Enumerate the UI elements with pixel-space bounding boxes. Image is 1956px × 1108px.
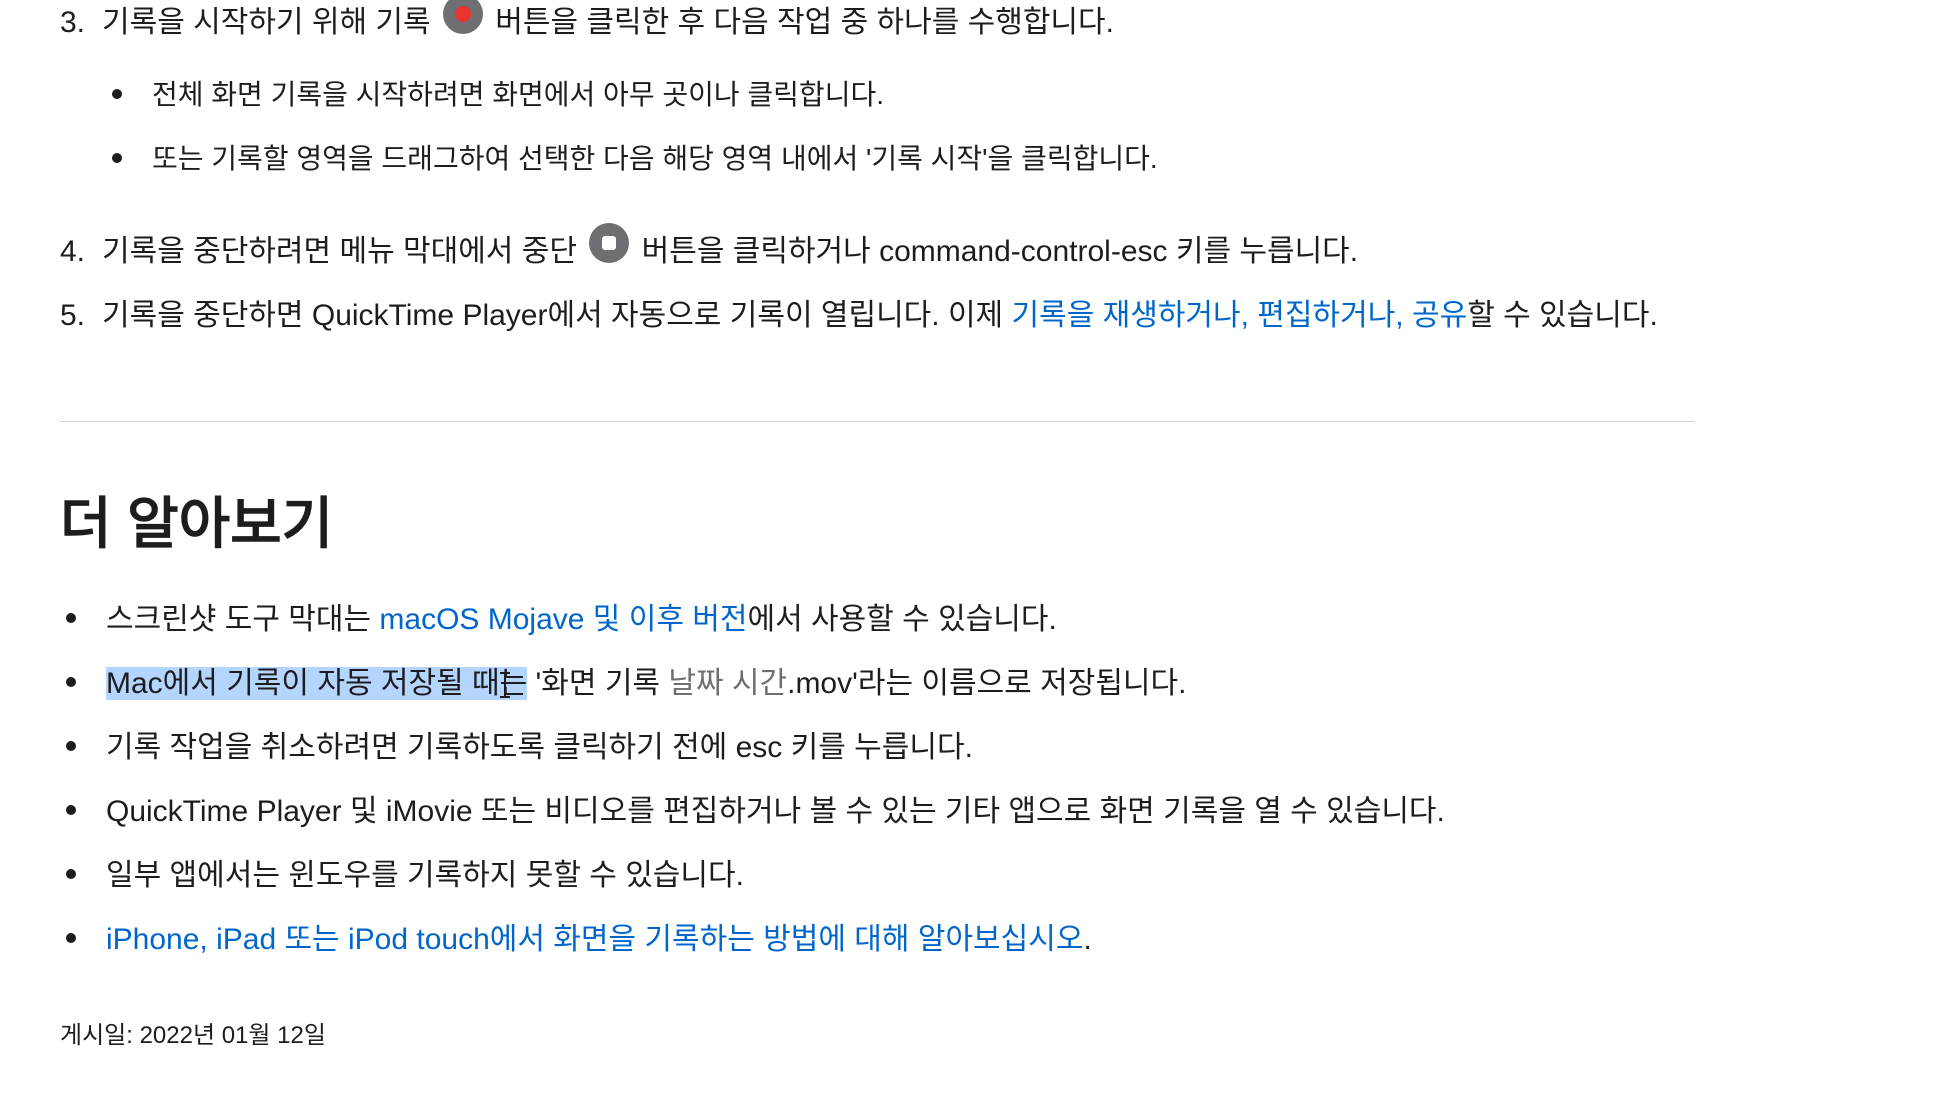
- play-edit-share-link[interactable]: 기록을 재생하거나, 편집하거나, 공유: [1012, 299, 1468, 332]
- step-text: 할 수 있습니다.: [1467, 299, 1658, 332]
- stop-icon: [589, 223, 630, 264]
- step-number: 4.: [60, 235, 86, 268]
- list-item-text: 에서 사용할 수 있습니다.: [747, 603, 1057, 636]
- bullet-icon: [66, 741, 76, 752]
- list-item: iPhone, iPad 또는 iPod touch에서 화면을 기록하는 방법…: [66, 920, 1092, 960]
- record-icon: [442, 0, 483, 35]
- placeholder-text[interactable]: 날짜 시간: [668, 667, 787, 700]
- step-text: 버튼을 클릭하거나 command-control-esc 키를 누릅니다.: [633, 235, 1359, 268]
- iphone-recording-link[interactable]: iPhone, iPad 또는 iPod touch에서 화면을 기록하는 방법…: [106, 923, 1083, 956]
- step-number: 3.: [60, 6, 86, 39]
- learn-more-title: 더 알아보기: [60, 492, 334, 555]
- list-item: 일부 앱에서는 윈도우를 기록하지 못할 수 있습니다.: [66, 856, 744, 896]
- list-item-text[interactable]: .mov'라는 이름으로 저장됩니다.: [787, 667, 1186, 700]
- list-item: QuickTime Player 및 iMovie 또는 비디오를 편집하거나 …: [66, 792, 1445, 832]
- bullet-icon: [66, 613, 76, 624]
- bullet-icon: [66, 933, 76, 944]
- selected-text[interactable]: Mac에서 기록이 자동 저장될 때는: [106, 667, 528, 700]
- step-4: 4. 기록을 중단하려면 메뉴 막대에서 중단 버튼을 클릭하거나 command…: [60, 223, 1359, 273]
- bullet-icon: [66, 805, 76, 816]
- step-3: 3. 기록을 시작하기 위해 기록 버튼을 클릭한 후 다음 작업 중 하나를 수…: [60, 0, 1114, 44]
- macos-mojave-link[interactable]: macOS Mojave 및 이후 버전: [379, 603, 747, 636]
- list-item-text: QuickTime Player 및 iMovie 또는 비디오를 편집하거나 …: [106, 795, 1445, 828]
- text-cursor-icon: [500, 672, 510, 698]
- list-item-text: 스크린샷 도구 막대는: [106, 603, 380, 636]
- list-item-text: 또는 기록할 영역을 드래그하여 선택한 다음 해당 영역 내에서 '기록 시작…: [152, 143, 1158, 174]
- list-item-text: 전체 화면 기록을 시작하려면 화면에서 아무 곳이나 클릭합니다.: [152, 79, 884, 110]
- step-number: 5.: [60, 299, 86, 332]
- posted-date: 게시일: 2022년 01월 12일: [60, 1022, 326, 1049]
- list-item-text: 일부 앱에서는 윈도우를 기록하지 못할 수 있습니다.: [106, 859, 744, 892]
- list-item: Mac에서 기록이 자동 저장될 때는 '화면 기록 날짜 시간.mov'라는 …: [66, 664, 1186, 704]
- bullet-icon: [66, 869, 76, 880]
- list-item: 또는 기록할 영역을 드래그하여 선택한 다음 해당 영역 내에서 '기록 시작…: [112, 140, 1158, 178]
- bullet-icon: [112, 88, 122, 99]
- bullet-icon: [112, 152, 122, 163]
- list-item: 스크린샷 도구 막대는 macOS Mojave 및 이후 버전에서 사용할 수…: [66, 600, 1057, 640]
- list-item-text[interactable]: '화면 기록: [527, 667, 668, 700]
- step-text: 기록을 중단하면 QuickTime Player에서 자동으로 기록이 열립니…: [102, 299, 1012, 332]
- list-item-text: .: [1083, 923, 1092, 956]
- bullet-icon: [66, 677, 76, 688]
- section-divider: [60, 421, 1694, 422]
- step-text: 버튼을 클릭한 후 다음 작업 중 하나를 수행합니다.: [486, 6, 1114, 39]
- step-text: 기록을 시작하기 위해 기록: [102, 6, 439, 39]
- list-item-text: 기록 작업을 취소하려면 기록하도록 클릭하기 전에 esc 키를 누릅니다.: [106, 731, 973, 764]
- step-text: 기록을 중단하려면 메뉴 막대에서 중단: [102, 235, 586, 268]
- step-5: 5. 기록을 중단하면 QuickTime Player에서 자동으로 기록이 열…: [60, 296, 1658, 336]
- list-item: 전체 화면 기록을 시작하려면 화면에서 아무 곳이나 클릭합니다.: [112, 76, 884, 114]
- list-item: 기록 작업을 취소하려면 기록하도록 클릭하기 전에 esc 키를 누릅니다.: [66, 728, 973, 768]
